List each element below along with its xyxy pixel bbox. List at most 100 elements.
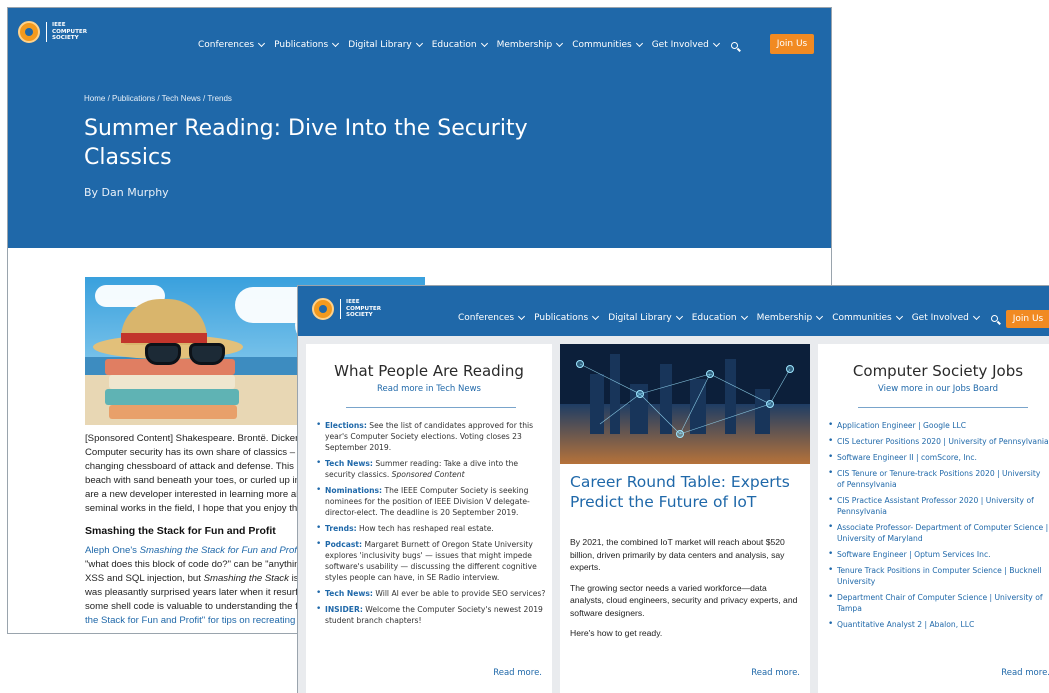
chevron-down-icon [740, 312, 748, 321]
item-label: Podcast: [325, 540, 363, 549]
nav-item-publications[interactable]: Publications [534, 312, 600, 323]
main-menu: Conferences Publications Digital Library… [458, 312, 998, 323]
job-title: Department Chair of Computer Science | U… [837, 593, 1043, 613]
join-us-button[interactable]: Join Us [1006, 310, 1049, 328]
job-listing[interactable]: Software Engineer II | comScore, Inc. [828, 452, 1049, 463]
item-label: Nominations: [325, 486, 383, 495]
list-item[interactable]: Podcast: Margaret Burnett of Oregon Stat… [316, 539, 546, 583]
list-item[interactable]: INSIDER: Welcome the Computer Society's … [316, 604, 546, 626]
nav-item-digital-library[interactable]: Digital Library [348, 39, 423, 50]
nav-label: Communities [572, 40, 632, 50]
page-title: Summer Reading: Dive Into the Security C… [84, 116, 528, 170]
article-text: Smashing the Stack [203, 573, 289, 584]
computer-society-jobs-card: Computer Society Jobs View more in our J… [818, 344, 1049, 693]
nav-item-membership[interactable]: Membership [496, 39, 564, 50]
nav-label: Publications [534, 313, 589, 323]
item-text: Will AI ever be able to provide SEO serv… [372, 589, 546, 598]
chevron-down-icon [518, 312, 526, 321]
screenshot-stage: IEEE COMPUTER SOCIETY Conferences Public… [0, 0, 1049, 693]
chevron-down-icon [712, 39, 720, 48]
card-title: What People Are Reading [334, 362, 524, 380]
article-link[interactable]: Smashing the Stack for Fun and Profit [140, 545, 302, 556]
join-us-button[interactable]: Join Us [770, 34, 814, 54]
chevron-down-icon [592, 312, 600, 321]
nav-label: Get Involved [911, 313, 969, 323]
item-label: INSIDER: [325, 605, 363, 614]
iot-article-title[interactable]: Career Round Table: Experts Predict the … [570, 472, 800, 512]
article-hero: Home / Publications / Tech News / Trends… [8, 68, 831, 248]
item-label: Tech News: [325, 459, 373, 468]
network-node-icon [576, 360, 584, 368]
nav-item-publications[interactable]: Publications [274, 39, 340, 50]
read-more-link[interactable]: Read more. [1001, 668, 1049, 678]
ieee-cs-logo-icon [312, 298, 334, 320]
job-listing[interactable]: Associate Professor- Department of Compu… [828, 522, 1049, 544]
logo-text: IEEE COMPUTER SOCIETY [340, 299, 381, 319]
chevron-down-icon [258, 39, 266, 48]
chevron-down-icon [675, 312, 683, 321]
nav-item-education[interactable]: Education [691, 312, 748, 323]
list-item[interactable]: Trends: How tech has reshaped real estat… [316, 523, 546, 534]
network-node-icon [676, 430, 684, 438]
read-more-link[interactable]: Read more. [751, 668, 800, 678]
item-label: Tech News: [325, 589, 373, 598]
card-title: Computer Society Jobs [852, 362, 1024, 380]
job-listing[interactable]: CIS Lecturer Positions 2020 | University… [828, 436, 1049, 447]
logo-line-society: SOCIETY [52, 35, 79, 42]
ieee-cs-logo[interactable]: IEEE COMPUTER SOCIETY [18, 21, 87, 43]
search-icon[interactable] [730, 41, 738, 49]
nav-item-digital-library[interactable]: Digital Library [608, 312, 683, 323]
job-listing[interactable]: Application Engineer | Google LLC [828, 420, 1049, 431]
nav-item-get-involved[interactable]: Get Involved [652, 39, 720, 50]
divider [858, 407, 1028, 408]
read-more-link[interactable]: Read more. [493, 668, 542, 678]
nav-label: Membership [496, 40, 553, 50]
chevron-down-icon [556, 39, 564, 48]
main-menu: Conferences Publications Digital Library… [198, 39, 738, 50]
chevron-down-icon [972, 312, 980, 321]
list-item[interactable]: Tech News: Will AI ever be able to provi… [316, 588, 546, 599]
logo-line-society: SOCIETY [346, 312, 373, 319]
nav-item-get-involved[interactable]: Get Involved [911, 312, 980, 323]
job-listing[interactable]: Department Chair of Computer Science | U… [828, 592, 1049, 614]
breadcrumb[interactable]: Home / Publications / Tech News / Trends [84, 94, 232, 103]
iot-article-summary: By 2021, the combined IoT market will re… [570, 536, 800, 648]
article-link[interactable]: Aleph One's [85, 545, 140, 556]
reading-list: Elections: See the list of candidates ap… [316, 420, 546, 631]
job-listing[interactable]: CIS Practice Assistant Professor 2020 | … [828, 495, 1049, 517]
list-fade [818, 626, 1049, 666]
nav-item-conferences[interactable]: Conferences [198, 39, 266, 50]
what-people-are-reading-card: What People Are Reading Read more in Tec… [306, 344, 552, 693]
nav-item-membership[interactable]: Membership [757, 312, 824, 323]
summary-paragraph: The growing sector needs a varied workfo… [570, 582, 798, 618]
job-listing[interactable]: Software Engineer | Optum Services Inc. [828, 549, 1049, 560]
network-node-icon [706, 370, 714, 378]
nav-item-conferences[interactable]: Conferences [458, 312, 526, 323]
chevron-down-icon [816, 312, 824, 321]
nav-item-communities[interactable]: Communities [832, 312, 903, 323]
nav-item-education[interactable]: Education [432, 39, 488, 50]
jobs-board-link[interactable]: View more in our Jobs Board [818, 384, 1049, 394]
chevron-down-icon [635, 39, 643, 48]
job-listing[interactable]: CIS Tenure or Tenure-track Positions 202… [828, 468, 1049, 490]
search-icon[interactable] [990, 314, 998, 322]
job-title: CIS Lecturer Positions 2020 | University… [837, 437, 1049, 446]
chevron-down-icon [480, 39, 488, 48]
job-title: Software Engineer II | comScore, Inc. [837, 453, 977, 462]
nav-label: Digital Library [608, 313, 672, 323]
nav-label: Publications [274, 40, 329, 50]
tech-news-link[interactable]: Read more in Tech News [306, 384, 552, 394]
list-item[interactable]: Tech News: Summer reading: Take a dive i… [316, 458, 546, 480]
divider [346, 407, 516, 408]
job-title: Associate Professor- Department of Compu… [837, 523, 1049, 543]
ieee-cs-logo[interactable]: IEEE COMPUTER SOCIETY [312, 298, 381, 320]
list-item[interactable]: Nominations: The IEEE Computer Society i… [316, 485, 546, 518]
list-item[interactable]: Elections: See the list of candidates ap… [316, 420, 546, 453]
nav-item-communities[interactable]: Communities [572, 39, 643, 50]
job-listing[interactable]: Tenure Track Positions in Computer Scien… [828, 565, 1049, 587]
summary-paragraph: By 2021, the combined IoT market will re… [570, 537, 785, 572]
sunglasses-icon [145, 343, 229, 367]
logo-text: IEEE COMPUTER SOCIETY [46, 22, 87, 42]
nav-label: Education [691, 313, 737, 323]
item-label: Trends: [325, 524, 357, 533]
